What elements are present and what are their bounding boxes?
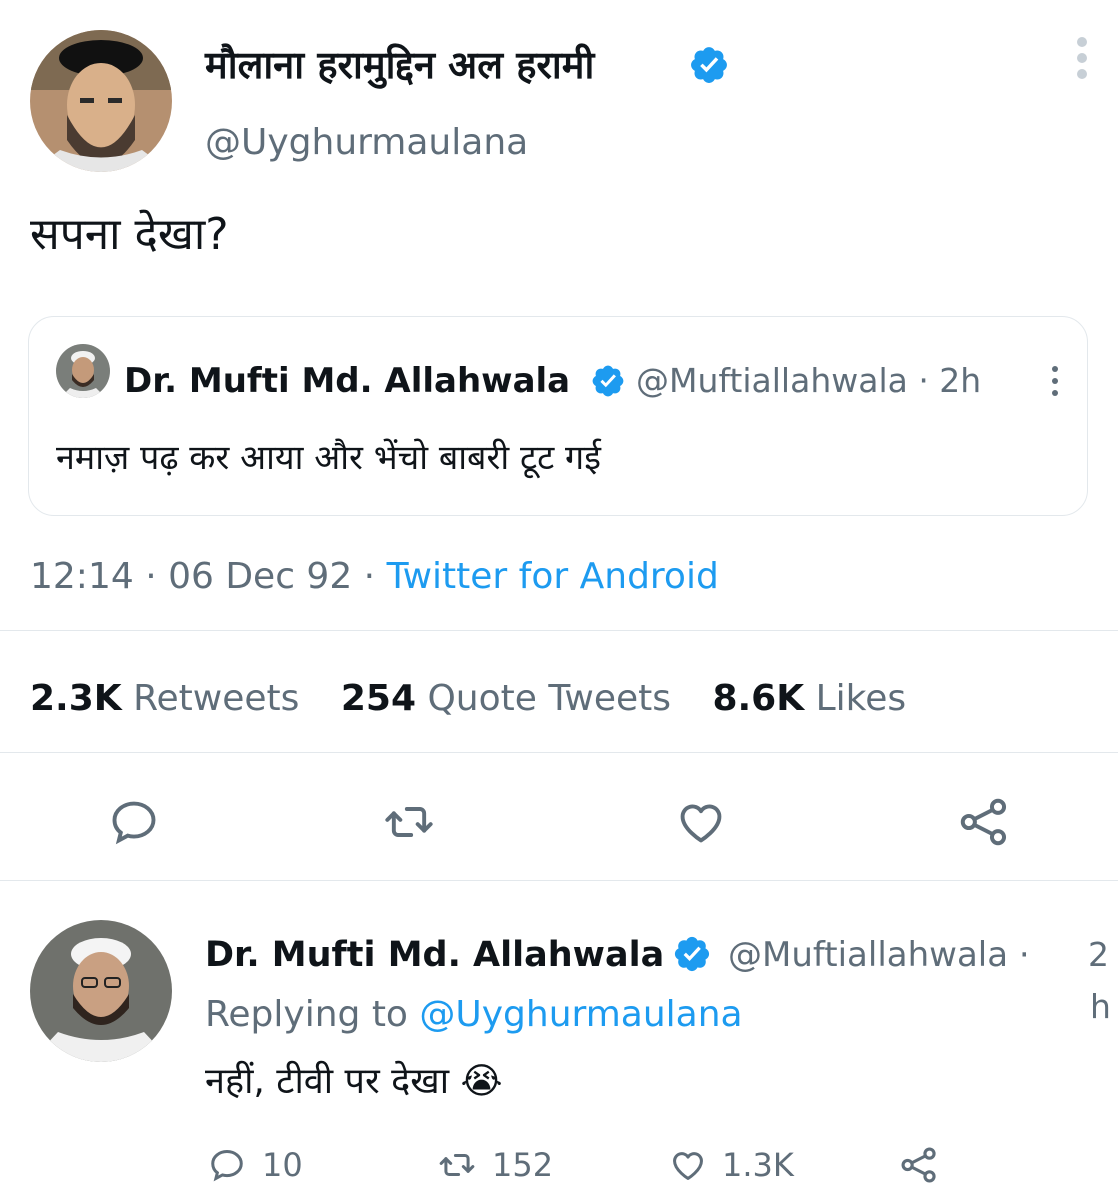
main-author-name[interactable]: मौलाना हरामुद्दिन अल हरामी	[205, 40, 594, 90]
main-tweet-text: सपना देखा?	[30, 209, 229, 260]
reply-tweet-text: नहीं, टीवी पर देखा 😭	[205, 1061, 503, 1102]
retweets-label: Retweets	[133, 678, 300, 719]
main-author-handle[interactable]: @Uyghurmaulana	[205, 118, 528, 168]
quoted-tweet-card[interactable]	[28, 316, 1088, 516]
reply-author-name[interactable]: Dr. Mufti Md. Allahwala	[205, 930, 664, 980]
reply-author-avatar[interactable]	[30, 920, 172, 1062]
retweet-button[interactable]	[383, 796, 435, 848]
replying-to-label: Replying to	[205, 994, 420, 1035]
share-button[interactable]	[956, 794, 1012, 850]
reply-like-count: 1.3K	[722, 1146, 794, 1184]
reply-time-unit: h	[1090, 987, 1111, 1026]
share-icon	[960, 798, 1007, 846]
reply-author-handle[interactable]: @Muftiallahwala ·	[728, 930, 1078, 980]
reply-icon	[112, 801, 156, 845]
quoted-tweet-text: नमाज़ पढ़ कर आया और भेंचो बाबरी टूट गई	[56, 438, 601, 478]
quotes-label: Quote Tweets	[427, 678, 671, 719]
main-author-avatar[interactable]	[30, 30, 172, 172]
reply-retweet-button[interactable]: 152	[436, 1146, 553, 1184]
reply-share-button[interactable]	[898, 1144, 940, 1186]
divider	[0, 752, 1118, 753]
like-icon	[680, 804, 722, 843]
reply-retweet-count: 152	[492, 1146, 554, 1184]
retweet-icon	[439, 1153, 475, 1177]
tweet-client-link[interactable]: Twitter for Android	[387, 556, 719, 597]
reply-reply-button[interactable]: 10	[208, 1146, 303, 1184]
quoted-author-avatar	[56, 344, 110, 398]
quotes-count: 254	[340, 678, 417, 719]
reply-button[interactable]	[108, 796, 160, 848]
reply-like-button[interactable]: 1.3K	[668, 1146, 794, 1184]
share-icon	[901, 1147, 936, 1183]
verified-icon	[672, 934, 712, 978]
verified-icon	[590, 363, 626, 403]
retweets-count: 2.3K	[30, 678, 122, 719]
divider	[0, 630, 1118, 631]
likes-stat[interactable]: 8.6K Likes	[712, 678, 906, 719]
verified-icon	[688, 44, 730, 90]
tweet-timestamp-line: 12:14 · 06 Dec 92 · Twitter for Android	[30, 552, 719, 602]
reply-reply-count: 10	[262, 1146, 303, 1184]
quoted-more-icon[interactable]	[1050, 364, 1060, 398]
replying-to-line: Replying to @Uyghurmaulana	[205, 990, 743, 1040]
retweet-icon	[385, 807, 433, 837]
likes-count: 8.6K	[712, 678, 805, 719]
reply-icon	[211, 1150, 243, 1182]
quoted-author-name: Dr. Mufti Md. Allahwala	[124, 361, 571, 401]
retweets-stat[interactable]: 2.3K Retweets	[30, 678, 299, 719]
quoted-handle-time: @Muftiallahwala · 2h	[636, 361, 982, 400]
quotes-stat[interactable]: 254 Quote Tweets	[341, 678, 671, 719]
more-icon[interactable]	[1070, 36, 1094, 82]
likes-label: Likes	[815, 678, 907, 719]
tweet-stats: 2.3K Retweets 254 Quote Tweets 8.6K Like…	[30, 674, 906, 724]
divider	[0, 880, 1118, 881]
reply-time-number: 2	[1088, 935, 1109, 974]
like-icon	[673, 1152, 703, 1180]
like-button[interactable]	[674, 796, 728, 848]
tweet-timestamp: 12:14 · 06 Dec 92 ·	[30, 556, 387, 597]
replying-to-handle[interactable]: @Uyghurmaulana	[419, 994, 742, 1035]
